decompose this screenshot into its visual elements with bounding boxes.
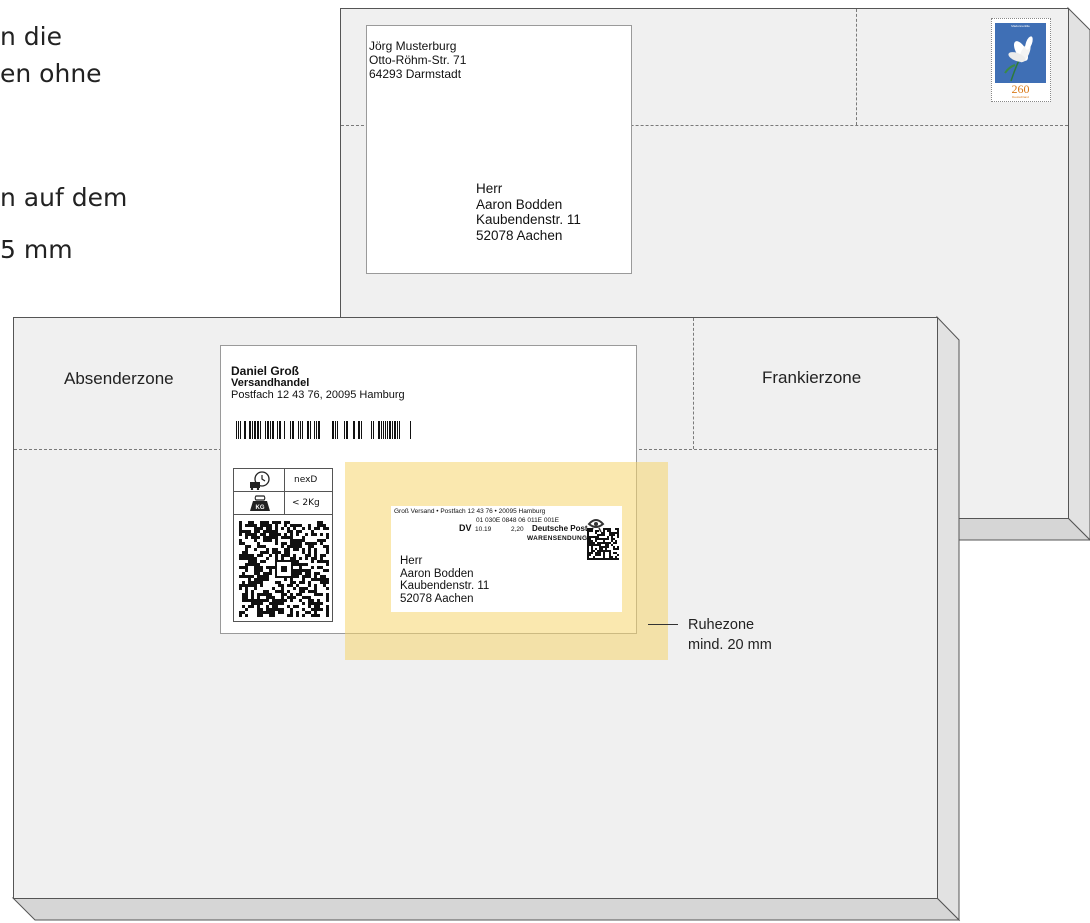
service-name: nexD bbox=[294, 475, 318, 485]
page-text-line-2: en ohne bbox=[0, 59, 102, 88]
sender-zone-label: Absenderzone bbox=[64, 369, 174, 388]
back-recipient-address: Herr Aaron Bodden Kaubendenstr. 11 52078… bbox=[476, 181, 581, 243]
product-name: WARENSENDUNG bbox=[527, 535, 588, 542]
lily-icon bbox=[1004, 36, 1033, 82]
weight-icon-text: KG bbox=[256, 505, 265, 511]
franking-recipient-line: Herr bbox=[400, 555, 423, 567]
postage-stamp: Madonnenlilie 260 Deutschland bbox=[991, 18, 1051, 102]
front-zone-divider-vertical bbox=[693, 318, 694, 449]
quiet-zone-label: Ruhezone bbox=[688, 617, 755, 633]
sender-name: Daniel Groß bbox=[231, 364, 300, 378]
back-sender-line: Otto-Röhm-Str. 71 bbox=[369, 53, 467, 67]
quiet-zone-callout: Ruhezone mind. 20 mm bbox=[688, 615, 772, 655]
page-text-line-3: n auf dem bbox=[0, 183, 128, 212]
dv-label: DV bbox=[459, 523, 472, 533]
quiet-zone-size: mind. 20 mm bbox=[688, 637, 772, 653]
back-recipient-line: Aaron Bodden bbox=[476, 196, 563, 212]
delivery-clock-icon bbox=[250, 471, 270, 490]
dv-date: 10.19 bbox=[475, 526, 492, 533]
franking-recipient-line: 52078 Aachen bbox=[400, 592, 474, 605]
back-sender-line: 64293 Darmstadt bbox=[369, 67, 462, 81]
carrier-name: Deutsche Post bbox=[532, 524, 588, 533]
sender-postbox: Postfach 12 43 76, 20095 Hamburg bbox=[231, 389, 405, 401]
page-text-line-1: n die bbox=[0, 22, 62, 51]
datamatrix-code bbox=[587, 528, 619, 560]
back-recipient-line: Herr bbox=[476, 181, 503, 196]
barcode bbox=[236, 421, 411, 439]
franking-label: Groß Versand • Postfach 12 43 76 • 20095… bbox=[391, 506, 622, 612]
back-address-card: Jörg Musterburg Otto-Röhm-Str. 71 64293 … bbox=[366, 25, 632, 274]
service-box: nexD KG < 2Kg bbox=[233, 468, 333, 622]
franking-recipient-line: Aaron Bodden bbox=[400, 567, 474, 580]
back-sender-line: Jörg Musterburg bbox=[369, 39, 457, 53]
weight-limit: < 2Kg bbox=[292, 498, 320, 508]
back-recipient-line: Kaubendenstr. 11 bbox=[476, 212, 581, 227]
franking-recipient-line: Kaubendenstr. 11 bbox=[400, 580, 490, 592]
return-address-line: Groß Versand • Postfach 12 43 76 • 20095… bbox=[394, 508, 546, 515]
quiet-zone-leader-line bbox=[648, 624, 678, 625]
sender-label-address: Daniel Groß Versandhandel Postfach 12 43… bbox=[231, 365, 405, 401]
back-sender-address: Jörg Musterburg Otto-Röhm-Str. 71 64293 … bbox=[369, 39, 466, 81]
back-recipient-line: 52078 Aachen bbox=[476, 227, 563, 243]
stamp-country: Deutschland bbox=[1012, 95, 1029, 99]
franking-zone-label: Frankierzone bbox=[762, 368, 862, 387]
franking-recipient-address: Herr Aaron Bodden Kaubendenstr. 11 52078… bbox=[400, 555, 489, 605]
page-text-line-4: 5 mm bbox=[0, 235, 73, 264]
weight-icon: KG bbox=[250, 495, 270, 511]
stamp-title: Madonnenlilie bbox=[1011, 24, 1030, 28]
qr-code bbox=[239, 521, 329, 617]
sender-company: Versandhandel bbox=[231, 377, 310, 389]
back-zone-divider-vertical bbox=[856, 9, 857, 125]
stamp-image: Madonnenlilie bbox=[995, 23, 1046, 83]
dv-price: 2,20 bbox=[511, 526, 524, 533]
